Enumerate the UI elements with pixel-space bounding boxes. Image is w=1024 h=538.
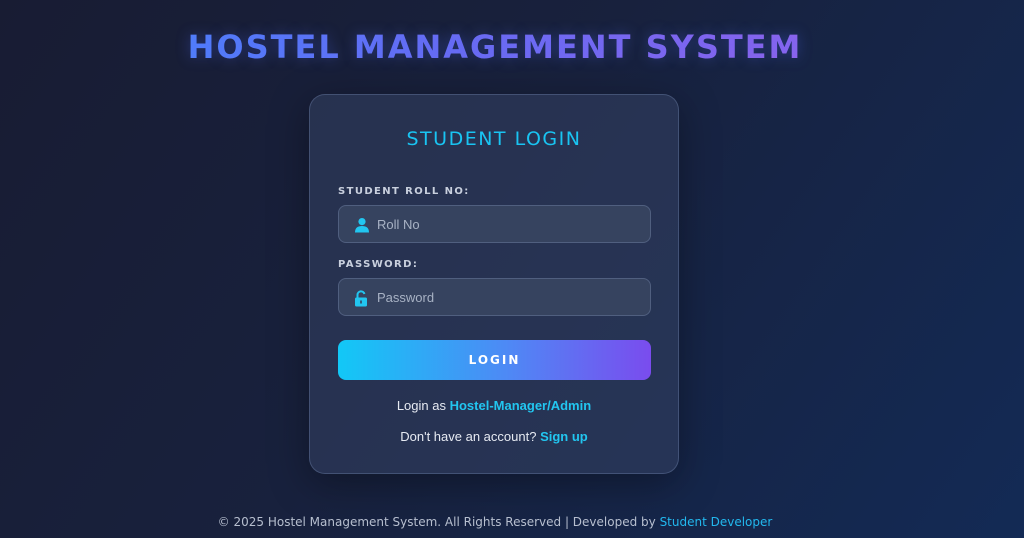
roll-no-field [338, 205, 651, 243]
password-input[interactable] [377, 279, 639, 315]
admin-login-line: Login as Hostel-Manager/Admin [309, 398, 679, 413]
admin-login-link[interactable]: Hostel-Manager/Admin [450, 398, 592, 413]
password-field [338, 278, 651, 316]
roll-no-input[interactable] [377, 206, 639, 242]
signup-link[interactable]: Sign up [540, 429, 588, 444]
login-button[interactable]: LOGIN [338, 340, 651, 380]
signup-prefix: Don't have an account? [400, 429, 537, 444]
footer-text: © 2025 Hostel Management System. All Rig… [217, 515, 656, 529]
developer-link[interactable]: Student Developer [660, 515, 773, 529]
footer: © 2025 Hostel Management System. All Rig… [0, 515, 990, 529]
user-icon [355, 218, 369, 233]
password-label: PASSWORD: [338, 259, 419, 270]
card-title: STUDENT LOGIN [406, 128, 582, 150]
roll-no-label: STUDENT ROLL NO: [338, 186, 470, 197]
app-title: HOSTEL MANAGEMENT SYSTEM [0, 28, 990, 66]
admin-login-prefix: Login as [396, 398, 446, 413]
signup-line: Don't have an account? Sign up [309, 429, 679, 444]
unlock-icon [355, 290, 367, 307]
